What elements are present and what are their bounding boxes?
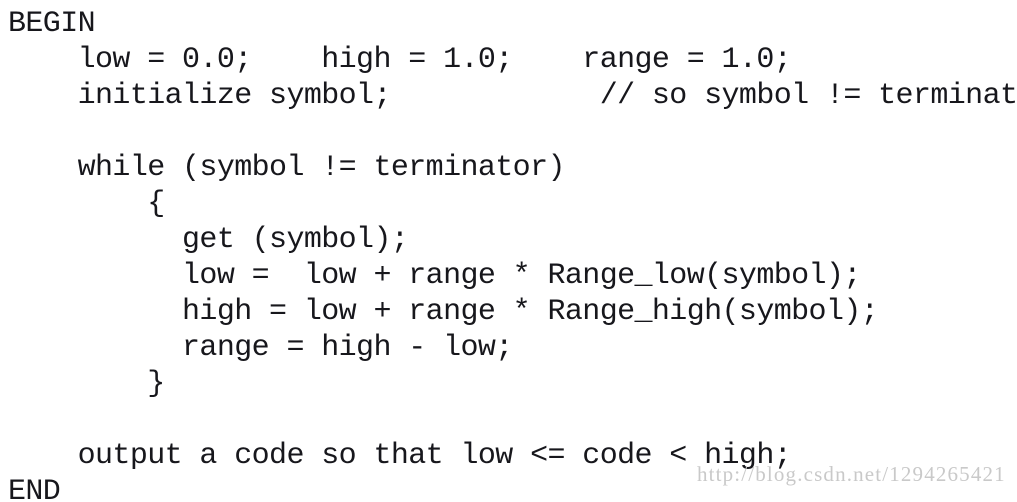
pseudocode-block: BEGIN low = 0.0; high = 1.0; range = 1.0… bbox=[8, 6, 1017, 502]
watermark-url: http://blog.csdn.net/1294265421 bbox=[697, 462, 1006, 486]
code-line: BEGIN bbox=[8, 7, 96, 41]
code-line: get (symbol); bbox=[8, 223, 409, 257]
code-line: initialize symbol; // so symbol != termi… bbox=[8, 79, 1017, 113]
code-line: } bbox=[8, 367, 165, 401]
code-line: low = low + range * Range_low(symbol); bbox=[8, 259, 861, 293]
code-line: while (symbol != terminator) bbox=[8, 151, 566, 185]
code-listing-page: BEGIN low = 0.0; high = 1.0; range = 1.0… bbox=[0, 0, 1017, 502]
code-line: high = low + range * Range_high(symbol); bbox=[8, 295, 879, 329]
code-line: { bbox=[8, 187, 165, 221]
code-line: low = 0.0; high = 1.0; range = 1.0; bbox=[8, 43, 792, 77]
code-line: range = high - low; bbox=[8, 331, 513, 365]
